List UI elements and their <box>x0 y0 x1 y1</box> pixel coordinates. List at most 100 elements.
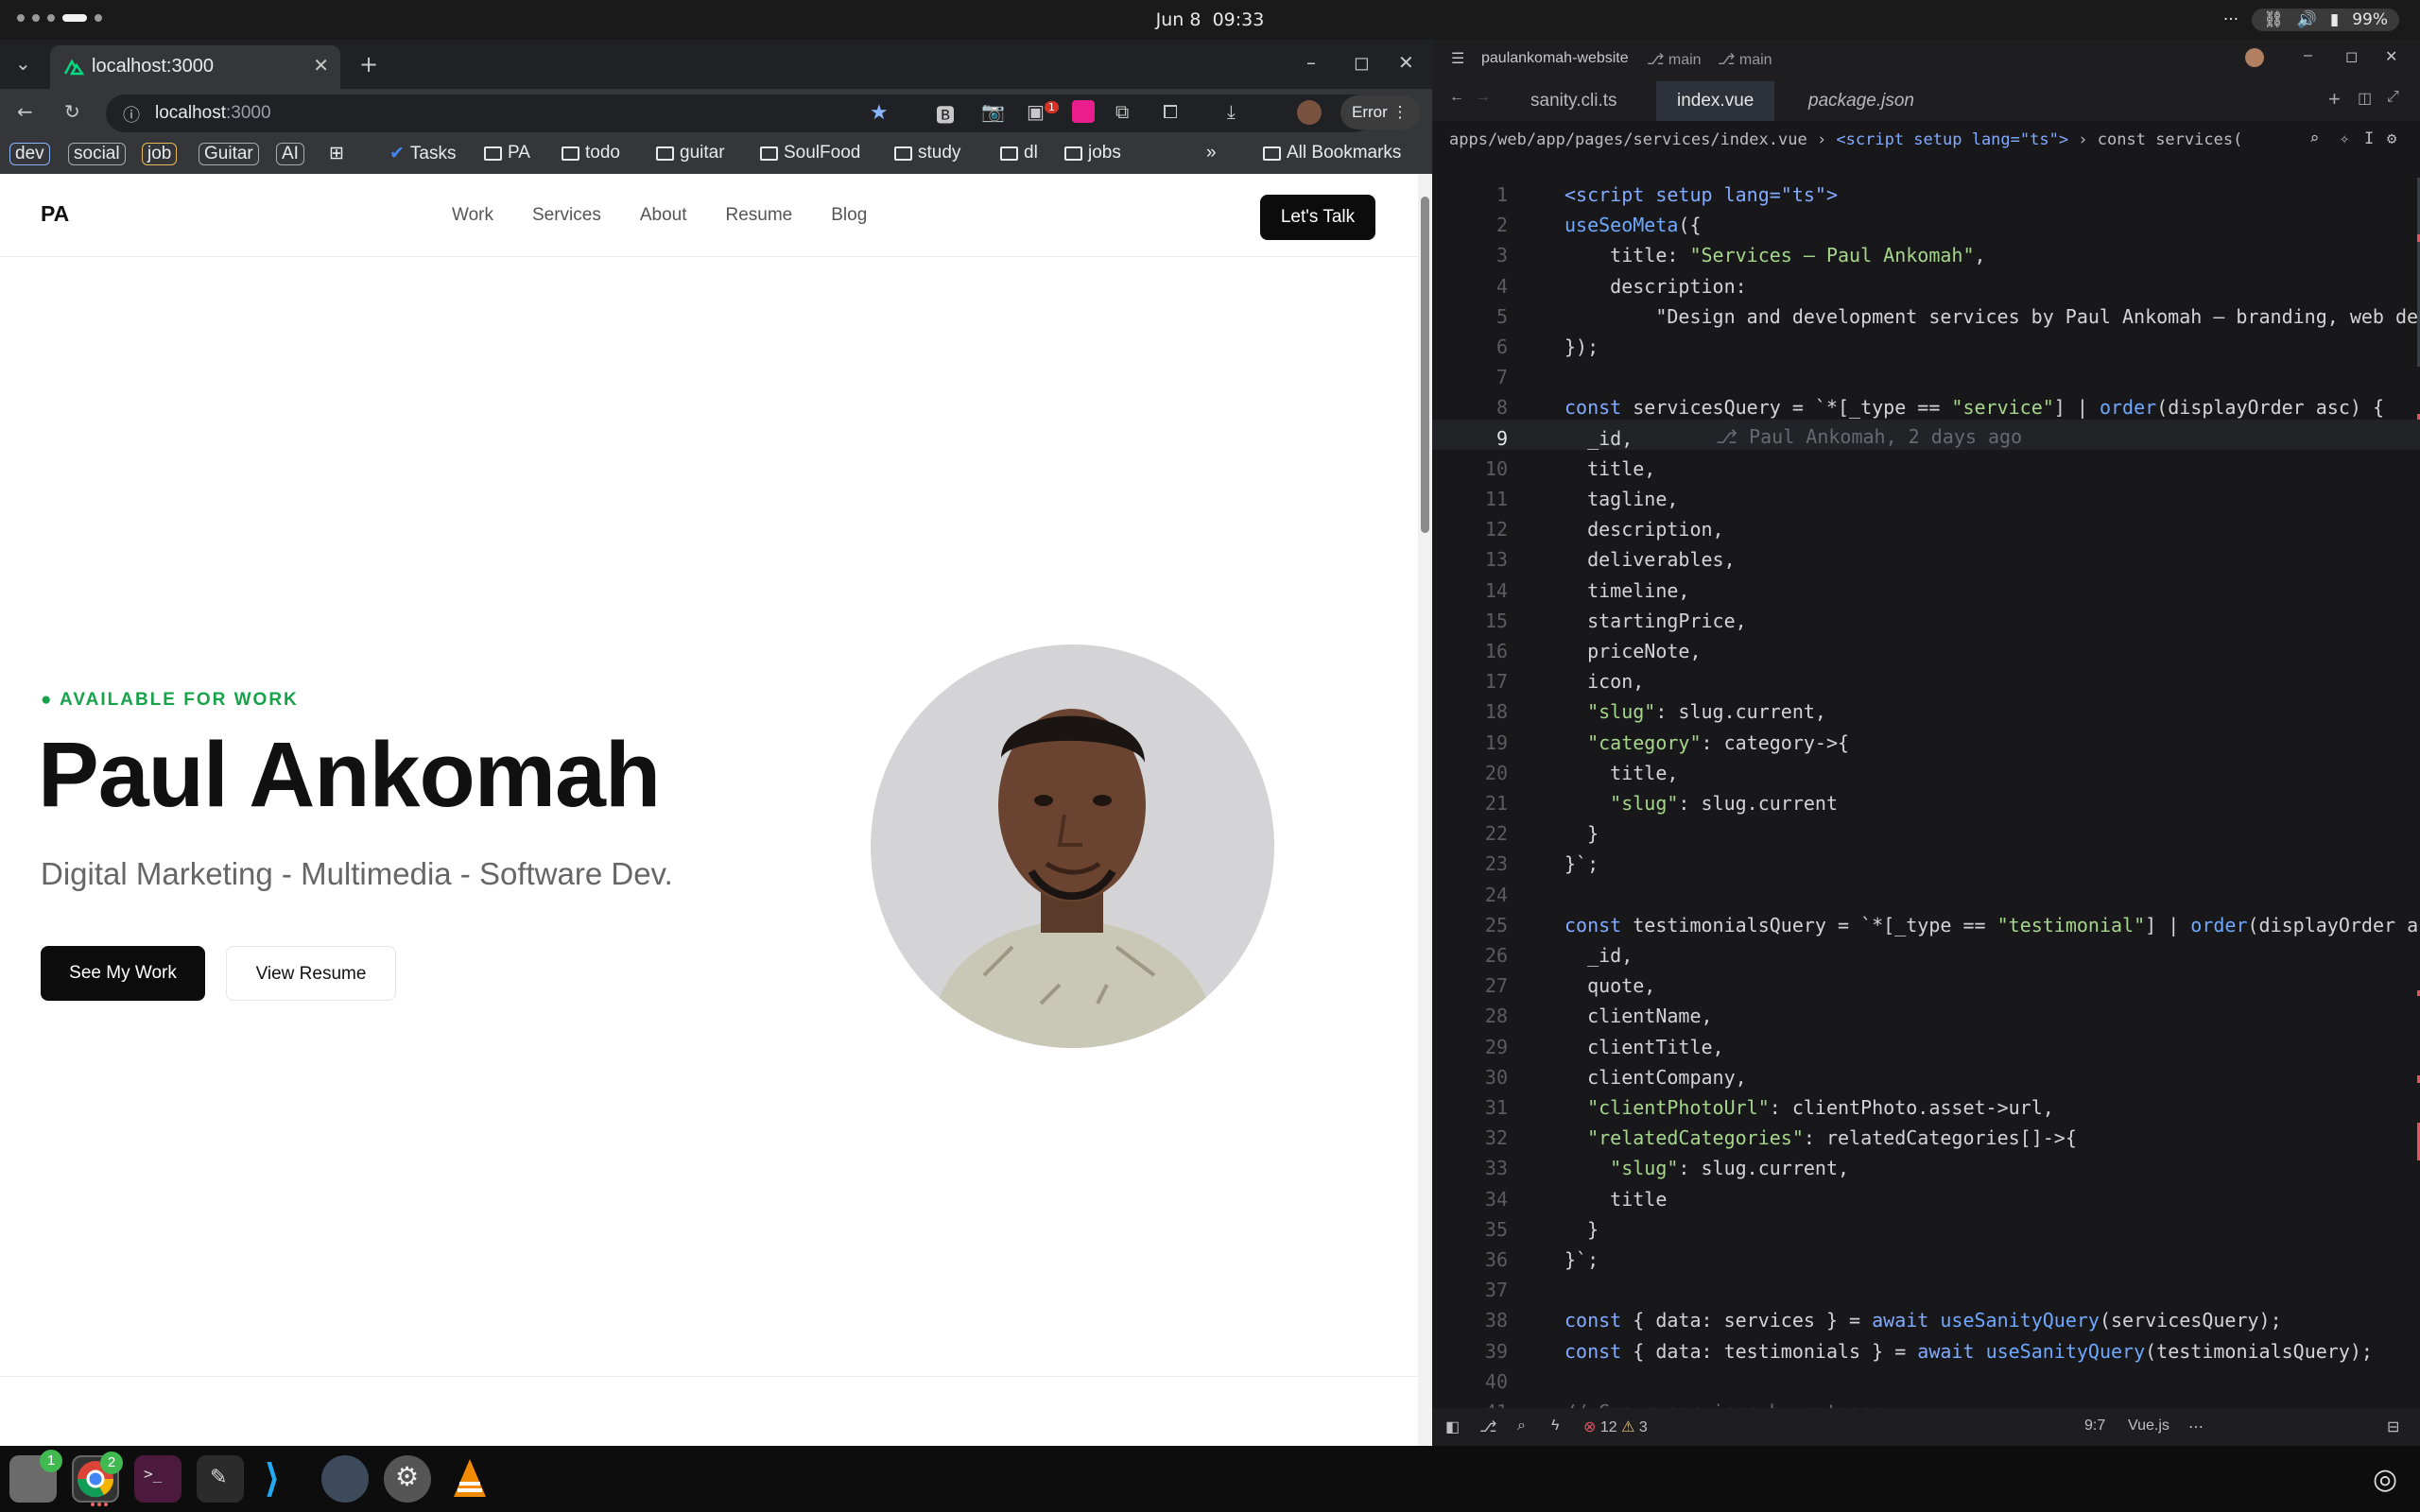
view-resume-button[interactable]: View Resume <box>226 946 396 1001</box>
tab-sanity-cli[interactable]: sanity.cli.ts <box>1510 81 1638 121</box>
breadcrumb-path[interactable]: apps/web/app/pages/services/index.vue › … <box>1449 130 2242 149</box>
system-status-menu[interactable]: ⛓ 🔊 ▮ 99% <box>2252 9 2399 31</box>
line-number: 2 <box>1495 214 1508 237</box>
extensions-puzzle-icon[interactable]: ⧠ <box>1163 100 1178 123</box>
extension-camera-icon[interactable]: 📷 <box>981 100 1005 123</box>
downloads-icon[interactable]: ⤓ <box>1227 100 1236 123</box>
code-line: "slug": slug.current, <box>1587 700 1826 724</box>
bookmark-folder[interactable]: guitar <box>656 143 725 163</box>
terminal-app-icon[interactable]: >_ <box>134 1455 182 1503</box>
apps-grid-icon[interactable]: ⊞ <box>329 143 344 164</box>
hamburger-menu-icon[interactable]: ☰ <box>1451 49 1464 68</box>
bookmark-star-icon[interactable]: ★ <box>870 100 889 125</box>
nav-link-services[interactable]: Services <box>532 205 601 226</box>
project-name[interactable]: paulankomah-website <box>1481 50 1629 67</box>
reload-icon[interactable]: ↻ <box>64 100 80 123</box>
nav-forward-icon[interactable]: → <box>1476 89 1491 106</box>
close-tab-icon[interactable]: ✕ <box>313 54 329 77</box>
scrollbar-thumb[interactable] <box>1421 197 1429 533</box>
browser-toolbar: ← ↻ ⓘ localhost:3000 ★ 🅱 📷 ▣ 1 ⧉ ⧠ ⤓ Erro… <box>0 89 1432 136</box>
see-my-work-button[interactable]: See My Work <box>41 946 205 1001</box>
tab-package-json[interactable]: package.json <box>1788 81 1935 121</box>
back-icon[interactable]: ← <box>17 100 33 123</box>
files-app-icon[interactable]: 1 <box>9 1450 62 1503</box>
bookmark-folder[interactable]: jobs <box>1064 143 1121 163</box>
close-window-icon[interactable]: ✕ <box>1398 51 1414 74</box>
vlc-app-icon[interactable] <box>446 1455 493 1503</box>
line-number: 27 <box>1484 974 1508 998</box>
zoom-pane-icon[interactable]: ⤢ <box>2387 89 2399 106</box>
scrollbar-markers[interactable] <box>2398 178 2420 1408</box>
new-file-icon[interactable]: + <box>2328 87 2341 112</box>
profile-error-button[interactable]: Error ⋮ <box>1340 95 1420 129</box>
code-line: priceNote, <box>1564 640 1702 662</box>
chrome-app-icon[interactable]: 2 <box>72 1452 123 1506</box>
bookmark-chip[interactable]: AI <box>276 143 304 165</box>
maximize-icon[interactable]: ◻ <box>1354 51 1370 74</box>
site-logo[interactable]: PA <box>41 201 69 227</box>
new-tab-icon[interactable]: + <box>359 51 378 77</box>
bookmark-chip[interactable]: social <box>68 143 126 165</box>
bookmark-item[interactable]: ✔ Tasks <box>389 143 457 164</box>
status-tools-icon[interactable]: ⋯ <box>2188 1418 2204 1436</box>
cursor-position[interactable]: 9:7 <box>2084 1418 2105 1435</box>
bookmark-chip[interactable]: dev <box>9 143 50 165</box>
vscode-app-icon[interactable]: ⟩ <box>259 1455 306 1503</box>
branch-indicator[interactable]: ⎇ main <box>1718 50 1772 69</box>
system-clock[interactable]: Jun 8 09:33 <box>0 9 2420 30</box>
page-scrollbar[interactable] <box>1418 174 1432 1446</box>
assistant-icon[interactable]: ✧ <box>2340 129 2349 148</box>
overflow-menu-icon[interactable]: ··· <box>2223 10 2238 29</box>
tab-search-icon[interactable]: ⌄ <box>15 52 31 75</box>
disk-usage-app-icon[interactable] <box>321 1455 369 1503</box>
app-grid-icon[interactable]: ◎ <box>2363 1455 2411 1503</box>
search-icon[interactable]: ⌕ <box>2304 129 2320 148</box>
profile-avatar[interactable] <box>1297 100 1322 125</box>
browser-tab[interactable]: localhost:3000 ✕ <box>50 45 340 89</box>
bookmark-folder[interactable]: todo <box>562 143 620 163</box>
maximize-icon[interactable]: ◻ <box>2345 47 2358 66</box>
bookmark-folder[interactable]: SoulFood <box>760 143 860 163</box>
nav-back-icon[interactable]: ← <box>1449 89 1464 106</box>
bookmark-chip[interactable]: Guitar <box>199 143 259 165</box>
editor-tab-bar: ← → sanity.cli.ts index.vue package.json… <box>1432 77 2420 121</box>
settings-app-icon[interactable]: ⚙ <box>384 1455 431 1503</box>
git-icon[interactable]: ⎇ <box>1479 1418 1496 1436</box>
cursor-icon[interactable]: I <box>2364 129 2374 148</box>
nav-link-blog[interactable]: Blog <box>831 205 867 226</box>
close-icon[interactable]: ✕ <box>2385 47 2397 66</box>
bookmark-chip[interactable]: job <box>142 143 178 165</box>
nav-link-work[interactable]: Work <box>452 205 493 226</box>
toggle-sidebar-icon[interactable]: ◧ <box>1445 1418 1460 1436</box>
nav-link-about[interactable]: About <box>640 205 687 226</box>
minimize-icon[interactable]: – <box>2304 47 2312 64</box>
language-mode[interactable]: Vue.js <box>2128 1418 2169 1435</box>
lets-talk-button[interactable]: Let's Talk <box>1260 195 1375 240</box>
status-panel-icon[interactable]: ⊟ <box>2387 1418 2399 1436</box>
code-area[interactable]: 1 <script setup lang="ts"> 2 useSeoMeta({3 … <box>1432 178 2420 1408</box>
extension-download-icon[interactable] <box>1072 100 1095 123</box>
diagnostics-indicator[interactable]: ⊗ 12 ⚠ 3 <box>1583 1418 1648 1436</box>
bookmark-folder[interactable]: dl <box>1000 143 1038 163</box>
minimize-icon[interactable]: – <box>1306 51 1316 74</box>
extension-badge-icon[interactable]: ▣ 1 <box>1027 100 1059 123</box>
search-icon[interactable]: ⌕ <box>1517 1418 1526 1435</box>
lightning-icon[interactable]: ϟ <box>1551 1418 1559 1435</box>
extension-b-icon[interactable]: 🅱 <box>936 100 955 128</box>
address-bar[interactable]: ⓘ localhost:3000 ★ <box>106 94 1373 132</box>
settings-icon[interactable]: ⚙ <box>2387 129 2396 148</box>
tab-index-vue[interactable]: index.vue <box>1656 81 1775 121</box>
bookmark-folder[interactable]: PA <box>484 143 530 163</box>
nav-link-resume[interactable]: Resume <box>726 205 793 226</box>
bookmarks-overflow-button[interactable]: » <box>1206 143 1217 163</box>
bookmark-folder[interactable]: study <box>894 143 960 163</box>
collab-avatar[interactable] <box>2245 48 2264 67</box>
code-line: } <box>1564 822 1599 846</box>
extension-glasses-icon[interactable]: ⧉ <box>1115 100 1129 123</box>
text-editor-app-icon[interactable]: ✎ <box>197 1455 244 1503</box>
battery-percent: 99% <box>2352 10 2388 29</box>
split-pane-icon[interactable]: ◫ <box>2358 89 2372 108</box>
branch-picker[interactable]: ⎇ main <box>1647 50 1702 69</box>
site-info-icon[interactable]: ⓘ <box>123 102 140 127</box>
all-bookmarks[interactable]: All Bookmarks <box>1263 143 1401 163</box>
